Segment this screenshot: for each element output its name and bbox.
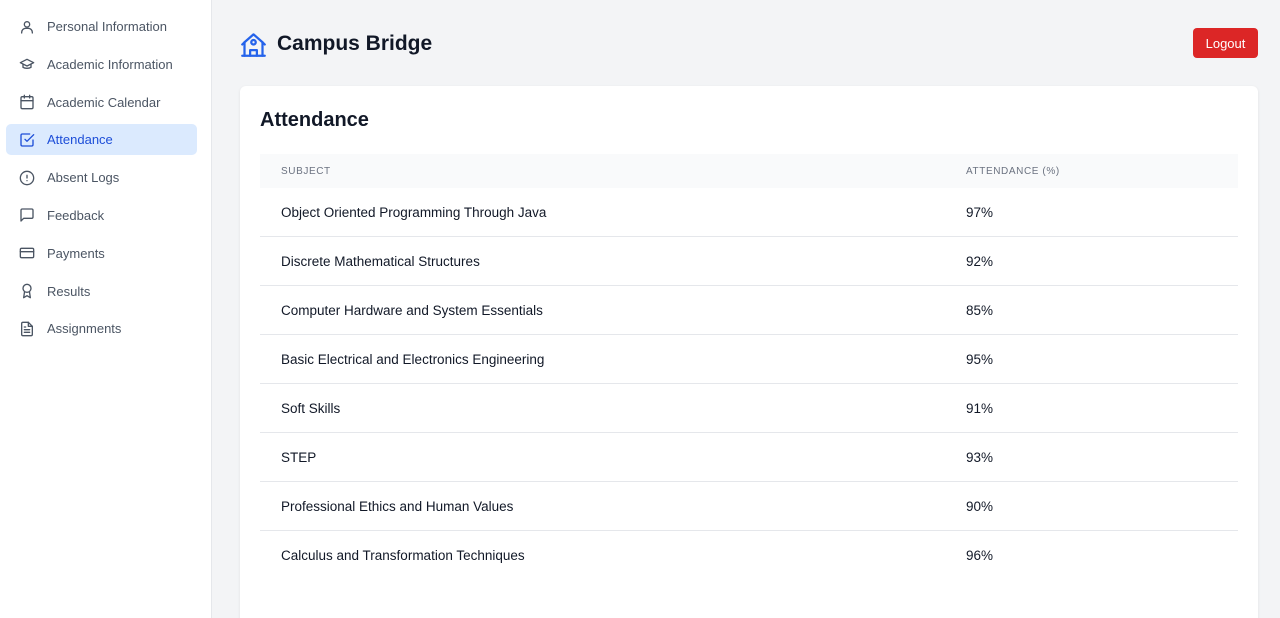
sidebar-item-absent-logs[interactable]: Absent Logs [6, 162, 197, 193]
attendance-cell: 90% [966, 498, 994, 514]
sidebar-item-label: Feedback [47, 207, 105, 223]
sidebar-item-attendance[interactable]: Attendance [6, 124, 197, 156]
subject-cell: Professional Ethics and Human Values [281, 498, 514, 514]
subject-cell: Soft Skills [281, 400, 341, 416]
calendar-icon [19, 94, 35, 110]
attendance-cell: 85% [966, 302, 994, 318]
attendance-cell: 91% [966, 400, 994, 416]
sidebar-item-results[interactable]: Results [6, 276, 197, 307]
sidebar-item-label: Results [47, 283, 91, 299]
sidebar-item-label: Payments [47, 245, 105, 261]
sidebar-item-label: Assignments [47, 321, 122, 337]
sidebar-item-payments[interactable]: Payments [6, 238, 197, 269]
attendance-cell: 97% [966, 204, 994, 220]
graduation-cap-icon [19, 56, 35, 72]
column-header-attendance: ATTENDANCE (%) [966, 165, 1060, 177]
table-row: Professional Ethics and Human Values 90% [260, 482, 1238, 531]
sidebar-item-label: Absent Logs [47, 170, 120, 186]
attendance-cell: 95% [966, 351, 994, 367]
attendance-cell: 93% [966, 449, 994, 465]
column-header-subject: SUBJECT [281, 165, 331, 177]
table-row: Basic Electrical and Electronics Enginee… [260, 335, 1238, 384]
sidebar-item-personal-information[interactable]: Personal Information [6, 11, 197, 42]
app-title: Campus Bridge [277, 32, 433, 55]
sidebar-item-assignments[interactable]: Assignments [6, 313, 197, 344]
message-square-icon [19, 207, 35, 223]
file-text-icon [19, 321, 35, 337]
user-icon [19, 19, 35, 35]
credit-card-icon [19, 245, 35, 261]
table-header: SUBJECT ATTENDANCE (%) [260, 154, 1238, 188]
table-row: Soft Skills 91% [260, 384, 1238, 433]
sidebar-item-label: Academic Calendar [47, 94, 161, 110]
table-row: Computer Hardware and System Essentials … [260, 286, 1238, 335]
check-square-icon [19, 132, 35, 148]
subject-cell: Basic Electrical and Electronics Enginee… [281, 351, 545, 367]
table-row: Calculus and Transformation Techniques 9… [260, 531, 1238, 580]
sidebar-item-label: Attendance [47, 132, 113, 148]
school-icon [240, 31, 267, 58]
subject-cell: STEP [281, 449, 317, 465]
table-row: Object Oriented Programming Through Java… [260, 188, 1238, 237]
attendance-cell: 96% [966, 548, 994, 563]
table-row: STEP 93% [260, 433, 1238, 482]
attendance-card: Attendance SUBJECT ATTENDANCE (%) Object… [240, 86, 1258, 618]
sidebar-item-label: Personal Information [47, 19, 167, 34]
alert-circle-icon [19, 170, 35, 186]
award-icon [19, 283, 35, 299]
subject-cell: Computer Hardware and System Essentials [281, 302, 543, 318]
logout-button[interactable]: Logout [1193, 28, 1258, 58]
subject-cell: Object Oriented Programming Through Java [281, 204, 547, 220]
sidebar-item-label: Academic Information [47, 56, 173, 72]
app-header: Campus Bridge [240, 28, 432, 60]
attendance-table: SUBJECT ATTENDANCE (%) Object Oriented P… [260, 154, 1238, 580]
page-title: Attendance [260, 109, 369, 131]
sidebar-item-feedback[interactable]: Feedback [6, 200, 197, 231]
sidebar-item-academic-calendar[interactable]: Academic Calendar [6, 87, 197, 118]
sidebar: Personal Information Academic Informatio… [0, 0, 212, 618]
sidebar-item-academic-information[interactable]: Academic Information [6, 49, 197, 80]
subject-cell: Discrete Mathematical Structures [281, 253, 480, 269]
subject-cell: Calculus and Transformation Techniques [281, 548, 525, 563]
table-row: Discrete Mathematical Structures 92% [260, 237, 1238, 286]
attendance-cell: 92% [966, 253, 994, 269]
